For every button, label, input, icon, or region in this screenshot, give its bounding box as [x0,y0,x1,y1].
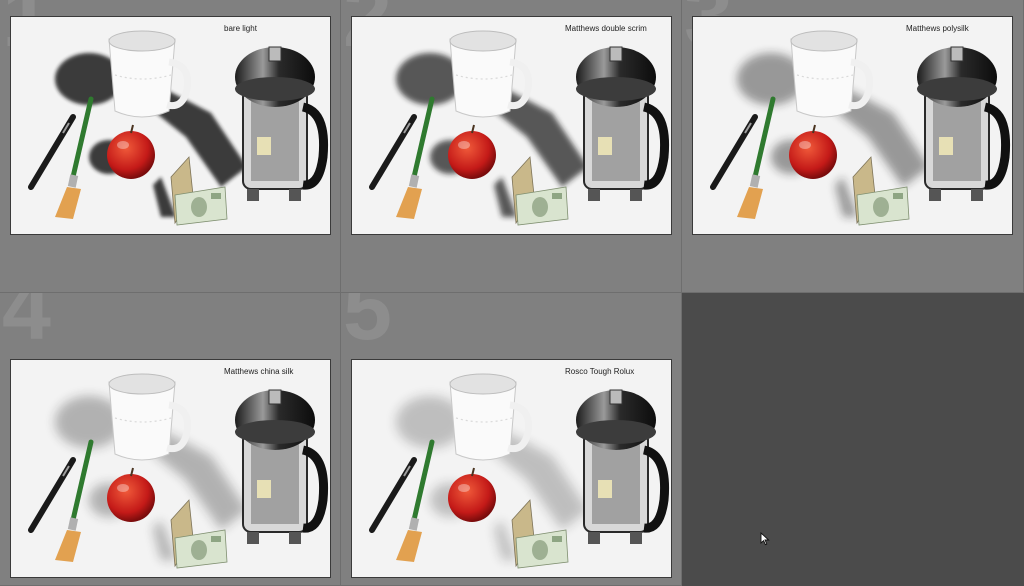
photo-thumbnail[interactable]: Rosco Tough Rolux [351,359,672,578]
grid-cell-5[interactable]: 5 Rosco Tough Rolux [341,293,682,586]
thumbnail-caption: Matthews polysilk [906,24,969,33]
thumbnail-caption: Rosco Tough Rolux [565,367,635,376]
still-life-photo [369,30,670,226]
grid-cell-4[interactable]: 4 Matthews china silk [0,293,341,586]
apple [107,124,155,179]
french-press [235,46,329,201]
photo-thumbnail[interactable]: bare light [10,16,331,235]
pen [369,457,417,533]
pen [710,114,758,190]
thumbnail-caption: Matthews china silk [224,367,294,376]
apple [789,124,837,179]
mug [108,30,192,118]
mug [790,30,874,118]
photo-thumbnail[interactable]: Matthews china silk [10,359,331,578]
apple [107,467,155,522]
mug [108,373,192,461]
photo-thumbnail[interactable]: Matthews polysilk [692,16,1013,235]
pen [28,457,76,533]
still-life-photo [369,373,670,569]
mouse-pointer-icon [760,532,770,546]
mug [449,373,533,461]
french-press [235,389,329,544]
grid-cell-3[interactable]: 3 Matthews polysilk [682,0,1024,293]
cell-index-number: 4 [2,293,51,358]
empty-grid-cell [682,293,1024,586]
still-life-photo [28,30,329,226]
pen [369,114,417,190]
french-press [576,389,670,544]
still-life-photo [710,30,1011,226]
thumbnail-caption: bare light [224,24,257,33]
cell-index-number: 5 [343,293,392,358]
grid-cell-1[interactable]: 1 bare light [0,0,341,293]
french-press [576,46,670,201]
photo-thumbnail[interactable]: Matthews double scrim [351,16,672,235]
filmstrip-grid: 1 bare light 2 Matthews double scrim 3 M… [0,0,1024,586]
mug [449,30,533,118]
apple [448,467,496,522]
french-press [917,46,1011,201]
apple [448,124,496,179]
thumbnail-caption: Matthews double scrim [565,24,647,33]
still-life-photo [28,373,329,569]
pen [28,114,76,190]
grid-cell-2[interactable]: 2 Matthews double scrim [341,0,682,293]
